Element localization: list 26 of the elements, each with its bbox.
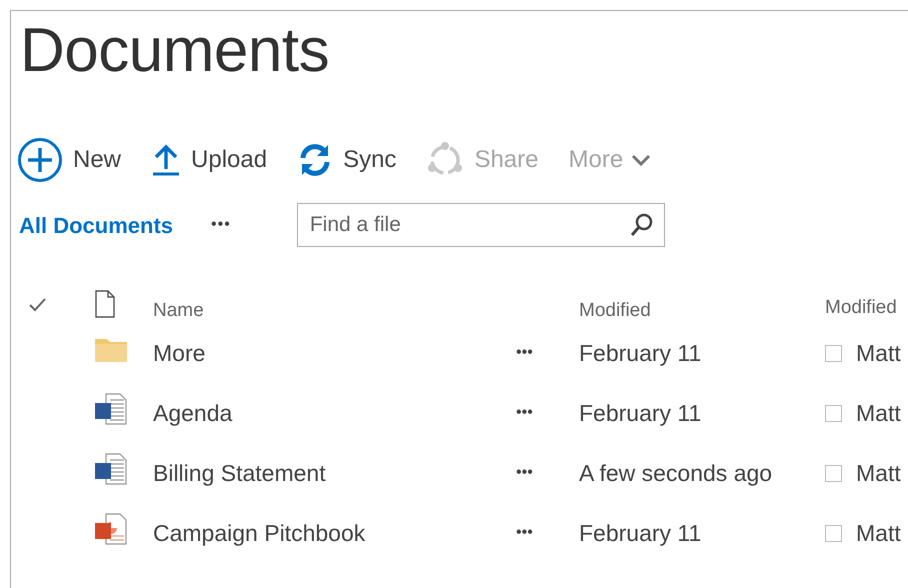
- modified-text: February 11: [579, 340, 702, 366]
- new-button[interactable]: New: [17, 137, 122, 184]
- file-name-link[interactable]: Agenda: [153, 400, 232, 426]
- modified-text: February 11: [579, 520, 702, 546]
- modified-by-text: Matt: [856, 518, 901, 548]
- file-name-link[interactable]: Billing Statement: [153, 460, 326, 486]
- ellipsis-button[interactable]: •••: [516, 404, 533, 422]
- upload-button[interactable]: Upload: [151, 142, 268, 178]
- column-header[interactable]: Modified: [579, 300, 651, 321]
- page-title: Documents: [20, 17, 330, 86]
- modified-by-text: Matt: [856, 338, 901, 368]
- column-header[interactable]: Modified: [825, 294, 897, 322]
- view-link[interactable]: All Documents: [19, 208, 174, 242]
- sync-button[interactable]: Sync: [297, 142, 396, 178]
- file-name-link[interactable]: Campaign Pitchbook: [153, 520, 366, 546]
- file-name-link[interactable]: More: [153, 340, 206, 366]
- ellipsis-button[interactable]: •••: [516, 464, 533, 482]
- column-header[interactable]: Name: [153, 300, 204, 321]
- modified-text: A few seconds ago: [579, 460, 772, 486]
- modified-by-text: Matt: [856, 458, 901, 488]
- ellipsis-button[interactable]: •••: [516, 344, 533, 362]
- modified-text: February 11: [579, 400, 702, 426]
- search-field[interactable]: Find a file: [296, 203, 665, 248]
- modified-by-text: Matt: [856, 398, 901, 428]
- ellipsis-button[interactable]: •••: [211, 213, 231, 238]
- ellipsis-button[interactable]: •••: [516, 524, 533, 542]
